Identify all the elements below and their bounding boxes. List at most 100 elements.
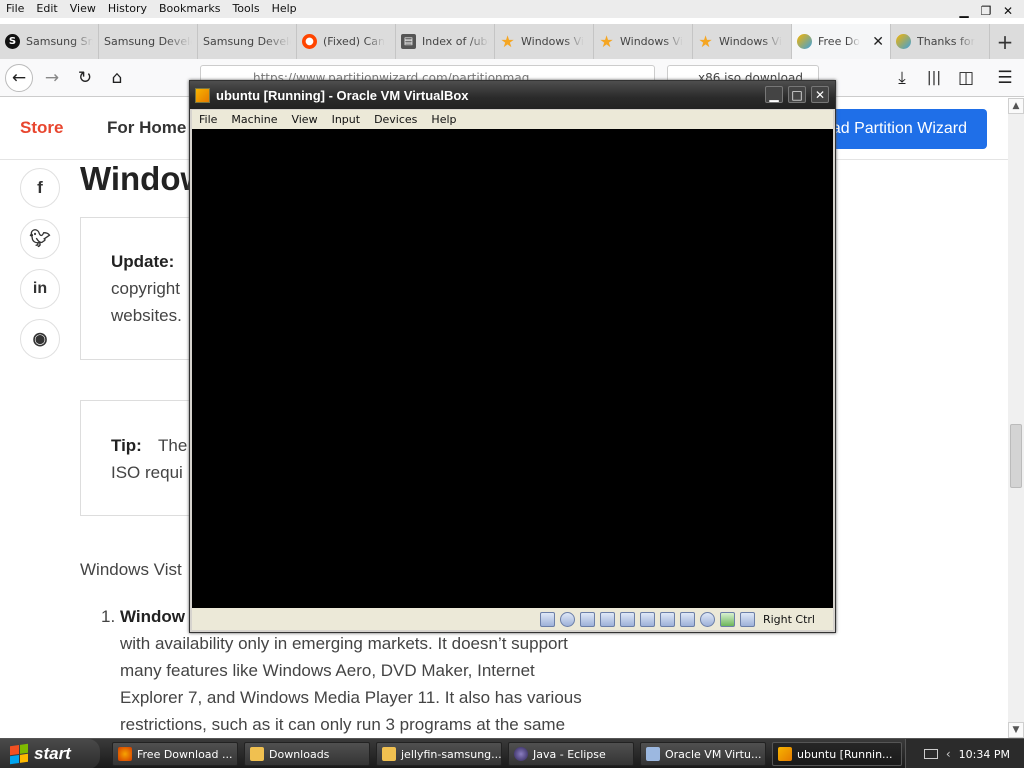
restore-icon[interactable]: ❐ — [976, 2, 996, 19]
partition-wizard-icon — [896, 34, 911, 49]
twitter-icon[interactable]: 🐦︎ — [20, 219, 60, 259]
vbox-menu-devices[interactable]: Devices — [367, 113, 424, 126]
tab-samsung-develop-1[interactable]: Samsung Develop — [99, 24, 198, 59]
optical-drive-icon[interactable] — [559, 611, 575, 627]
cpu-icon[interactable] — [699, 611, 715, 627]
tab-label: Windows Vi — [719, 35, 782, 48]
library-icon[interactable]: ||| — [920, 64, 948, 92]
tab-strip: S Samsung Sm Samsung Develop Samsung Dev… — [0, 24, 1024, 59]
host-key-icon[interactable] — [739, 611, 755, 627]
eclipse-icon — [514, 747, 528, 761]
vbox-menu-file[interactable]: File — [192, 113, 224, 126]
linkedin-icon[interactable]: in — [20, 269, 60, 309]
reddit-share-icon[interactable]: ◉ — [20, 319, 60, 359]
sidebar-icon[interactable]: ◫ — [952, 64, 980, 92]
taskbar-item-label: Downloads — [269, 747, 330, 761]
scroll-down-arrow-icon[interactable]: ▼ — [1008, 722, 1024, 738]
clock[interactable]: 10:34 PM — [959, 748, 1010, 761]
tab-index-of-ubuntu[interactable]: ▤ Index of /ubu — [396, 24, 495, 59]
firefox-window-controls: ▁ ❐ ✕ — [954, 2, 1018, 19]
taskbar-item-ubuntu-vm[interactable]: ubuntu [Runnin... — [772, 742, 902, 766]
update-label: Update: — [111, 252, 175, 271]
taskbar-item-virtualbox[interactable]: Oracle VM Virtu... — [640, 742, 766, 766]
tab-windows-vista-2[interactable]: ★ Windows Vi — [594, 24, 693, 59]
menu-history[interactable]: History — [102, 0, 153, 18]
taskbar-item-label: ubuntu [Runnin... — [797, 747, 893, 761]
keyboard-icon[interactable] — [923, 749, 938, 759]
vbox-maximize-icon[interactable]: □ — [788, 86, 806, 103]
reload-icon[interactable]: ↻ — [71, 64, 99, 92]
new-tab-plus-icon[interactable]: + — [990, 24, 1020, 59]
list-item-title: Window — [120, 607, 185, 626]
hamburger-menu-icon[interactable]: ☰ — [991, 64, 1019, 92]
update-text-line2: copyright — [111, 279, 180, 298]
download-arrow-icon[interactable]: ⤓ — [888, 64, 916, 92]
store-link[interactable]: Store — [20, 118, 63, 138]
virtualbox-title-bar[interactable]: ubuntu [Running] - Oracle VM VirtualBox — [190, 81, 835, 109]
update-text-line3: websites. — [111, 306, 182, 325]
scroll-up-arrow-icon[interactable]: ▲ — [1008, 98, 1024, 114]
vbox-menu-help[interactable]: Help — [424, 113, 463, 126]
facebook-icon[interactable]: f — [20, 168, 60, 208]
mouse-integration-icon[interactable] — [719, 611, 735, 627]
menu-bookmarks[interactable]: Bookmarks — [153, 0, 226, 18]
menu-tools[interactable]: Tools — [226, 0, 265, 18]
tab-windows-vista-3[interactable]: ★ Windows Vi — [693, 24, 792, 59]
virtualbox-window: ubuntu [Running] - Oracle VM VirtualBox … — [189, 80, 836, 633]
minimize-icon[interactable]: ▁ — [954, 2, 974, 19]
vbox-menu-view[interactable]: View — [284, 113, 324, 126]
taskbar-item-label: Free Download ... — [137, 747, 233, 761]
tab-label: Thanks for — [917, 35, 976, 48]
tab-fixed-can[interactable]: ● (Fixed) Can — [297, 24, 396, 59]
home-icon[interactable]: ⌂ — [103, 64, 131, 92]
usb-icon[interactable] — [619, 611, 635, 627]
hard-disk-icon[interactable] — [539, 611, 555, 627]
taskbar-item-label: Oracle VM Virtu... — [665, 747, 762, 761]
vbox-menu-input[interactable]: Input — [325, 113, 367, 126]
for-home-menu[interactable]: For Home — [107, 118, 186, 138]
close-tab-icon[interactable]: ✕ — [872, 34, 884, 50]
shared-folders-icon[interactable] — [639, 611, 655, 627]
list-number: 1. — [101, 607, 116, 626]
close-icon[interactable]: ✕ — [998, 2, 1018, 19]
vm-display[interactable] — [192, 129, 833, 608]
tip-box: Tip: The ISO requi — [80, 400, 200, 516]
display-icon[interactable] — [659, 611, 675, 627]
taskbar-item-firefox[interactable]: Free Download ... — [112, 742, 238, 766]
forward-arrow-icon[interactable]: → — [38, 64, 66, 92]
tab-label: Free Do — [818, 35, 861, 48]
vista-intro-text: Windows Vist — [80, 560, 182, 579]
vbox-close-icon[interactable]: ✕ — [811, 86, 829, 103]
partition-wizard-icon — [797, 34, 812, 49]
menu-help[interactable]: Help — [266, 0, 303, 18]
taskbar-item-downloads[interactable]: Downloads — [244, 742, 370, 766]
list-line-3: Explorer 7, and Windows Media Player 11.… — [120, 688, 582, 707]
virtualbox-vm-icon — [195, 87, 210, 103]
tab-label: Windows Vi — [521, 35, 584, 48]
video-capture-icon[interactable] — [679, 611, 695, 627]
back-arrow-icon[interactable]: ← — [5, 64, 33, 92]
vbox-menu-machine[interactable]: Machine — [224, 113, 284, 126]
vbox-minimize-icon[interactable]: ▁ — [765, 86, 783, 103]
tray-expand-icon[interactable]: ‹ — [946, 747, 951, 761]
page-scrollbar[interactable]: ▲ ▼ — [1008, 98, 1024, 738]
tab-thanks-for[interactable]: Thanks for — [891, 24, 990, 59]
tab-free-download-active[interactable]: Free Do ✕ — [792, 24, 891, 59]
list-line-4: restrictions, such as it can only run 3 … — [120, 715, 566, 734]
taskbar-item-jellyfin[interactable]: jellyfin-samsung... — [376, 742, 502, 766]
tab-windows-vista-1[interactable]: ★ Windows Vi — [495, 24, 594, 59]
scroll-thumb[interactable] — [1010, 424, 1022, 488]
menu-file[interactable]: File — [0, 0, 30, 18]
star-icon: ★ — [599, 32, 614, 51]
audio-icon[interactable] — [579, 611, 595, 627]
windows-flag-icon — [10, 743, 28, 765]
menu-view[interactable]: View — [64, 0, 102, 18]
tab-samsung-develop-2[interactable]: Samsung Develop — [198, 24, 297, 59]
star-icon: ★ — [698, 32, 713, 51]
firefox-menu-bar: File Edit View History Bookmarks Tools H… — [0, 0, 1024, 18]
network-icon[interactable] — [599, 611, 615, 627]
tab-samsung-sm[interactable]: S Samsung Sm — [0, 24, 99, 59]
menu-edit[interactable]: Edit — [30, 0, 63, 18]
start-button[interactable]: start — [0, 739, 100, 768]
taskbar-item-eclipse[interactable]: Java - Eclipse — [508, 742, 634, 766]
